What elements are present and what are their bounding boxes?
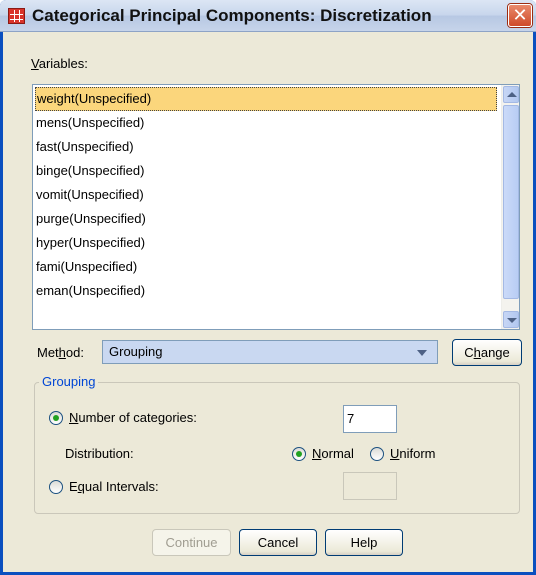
continue-button[interactable]: Continue	[152, 529, 231, 556]
equal-intervals-label[interactable]: Equal Intervals:	[69, 479, 159, 494]
variables-label-rest: ariables:	[38, 56, 88, 71]
list-item-hyper[interactable]: hyper(Unspecified)	[35, 231, 497, 255]
normal-radio[interactable]	[292, 447, 306, 461]
change-button-pre: C	[464, 345, 474, 360]
scroll-down-button[interactable]	[503, 311, 519, 328]
method-label-pre: Met	[37, 345, 59, 360]
uniform-radio[interactable]	[370, 447, 384, 461]
list-item-fami[interactable]: fami(Unspecified)	[35, 255, 497, 279]
cancel-button[interactable]: Cancel	[239, 529, 317, 556]
change-button-mnemonic: h	[473, 345, 481, 360]
eqi-pre: E	[69, 479, 78, 494]
spss-table-icon	[8, 8, 25, 24]
method-label-post: od:	[65, 345, 84, 360]
number-of-categories-label[interactable]: Number of categories:	[69, 410, 197, 425]
number-of-categories-input[interactable]: 7	[343, 405, 397, 433]
ncat-mnemonic: N	[69, 410, 79, 425]
change-button[interactable]: Change	[452, 339, 522, 366]
normal-label[interactable]: Normal	[312, 446, 354, 461]
help-button[interactable]: Help	[325, 529, 403, 556]
dialog-window: Categorical Principal Components: Discre…	[0, 0, 536, 575]
eqi-mnemonic: q	[77, 479, 85, 494]
ncat-rest: umber of categories:	[78, 410, 197, 425]
title-bar[interactable]: Categorical Principal Components: Discre…	[0, 0, 536, 32]
uniform-mnemonic: U	[390, 446, 400, 461]
equal-intervals-input[interactable]	[343, 472, 397, 500]
list-item-vomit[interactable]: vomit(Unspecified)	[35, 183, 497, 207]
number-of-categories-radio[interactable]	[49, 411, 63, 425]
chevron-down-icon[interactable]	[417, 350, 427, 356]
arrow-down-icon	[507, 318, 517, 323]
eqi-rest: ual Intervals:	[84, 479, 159, 494]
method-select[interactable]: Grouping	[102, 340, 438, 364]
list-item-mens[interactable]: mens(Unspecified)	[35, 111, 497, 135]
method-label-mnemonic: h	[58, 345, 66, 360]
list-item-eman[interactable]: eman(Unspecified)	[35, 279, 497, 303]
arrow-up-icon	[507, 92, 517, 97]
close-button[interactable]: ✕	[508, 4, 532, 27]
grouping-legend: Grouping	[39, 374, 99, 389]
equal-intervals-radio[interactable]	[49, 480, 63, 494]
list-item-binge[interactable]: binge(Unspecified)	[35, 159, 497, 183]
variables-label: Variables:	[31, 56, 88, 71]
uniform-label[interactable]: Uniform	[390, 446, 436, 461]
method-label: Method:	[37, 345, 84, 360]
normal-mnemonic: N	[312, 446, 322, 461]
scroll-up-button[interactable]	[503, 86, 519, 103]
uniform-rest: niform	[399, 446, 436, 461]
list-item-weight[interactable]: weight(Unspecified)	[35, 87, 497, 111]
scroll-thumb[interactable]	[503, 105, 519, 299]
dialog-title: Categorical Principal Components: Discre…	[32, 6, 432, 25]
list-item-fast[interactable]: fast(Unspecified)	[35, 135, 497, 159]
normal-rest: ormal	[321, 446, 354, 461]
variables-list[interactable]: weight(Unspecified) mens(Unspecified) fa…	[32, 84, 520, 330]
method-select-value: Grouping	[109, 344, 163, 359]
list-item-purge[interactable]: purge(Unspecified)	[35, 207, 497, 231]
variables-scrollbar[interactable]	[501, 85, 519, 329]
distribution-label: Distribution:	[65, 446, 134, 461]
change-button-post: ange	[480, 345, 510, 360]
variables-label-mnemonic: V	[31, 56, 39, 71]
